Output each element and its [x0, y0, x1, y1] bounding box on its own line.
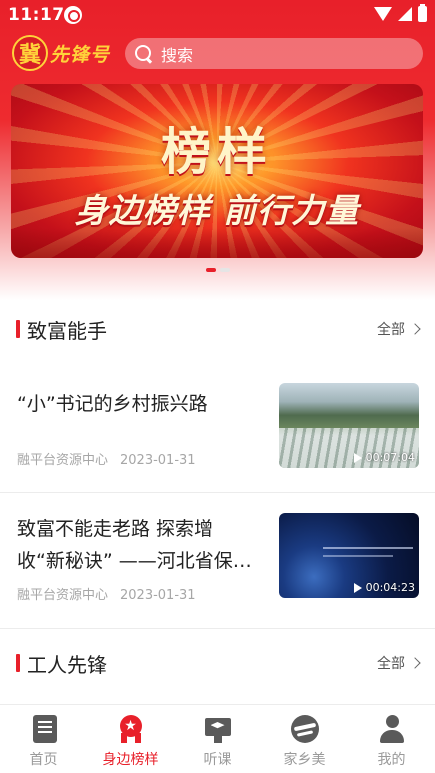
banner-title: 榜样 [161, 123, 273, 181]
divider [0, 628, 435, 629]
article-title: “小”书记的乡村振兴路 [17, 393, 208, 415]
nav-item-role-models[interactable]: 身边榜样 [87, 705, 174, 773]
nav-item-profile[interactable]: 我的 [348, 705, 435, 773]
list-item[interactable]: 致富不能走老路 探索增收“新秘诀” ——河北省保… 融平台资源中心 2023-01… [0, 493, 435, 628]
notification-app-icon [64, 6, 82, 24]
nav-label: 听课 [203, 752, 232, 768]
logo-text: 先锋号 [50, 43, 111, 66]
more-label: 全部 [377, 656, 405, 672]
section-accent-bar [16, 654, 20, 672]
hometown-icon [290, 715, 319, 743]
article-date: 2023-01-31 [120, 588, 196, 603]
banner-subtitle: 身边榜样 前行力量 [74, 191, 360, 230]
search-placeholder: 搜索 [161, 45, 194, 65]
battery-icon [418, 4, 427, 22]
status-time: 11:17 [8, 5, 65, 25]
article-meta: 融平台资源中心 2023-01-31 [17, 449, 196, 468]
nav-label: 我的 [377, 752, 406, 768]
section-accent-bar [16, 320, 20, 338]
section-more-link[interactable]: 全部 [377, 319, 421, 339]
medal-icon [117, 715, 145, 743]
chevron-right-icon [409, 323, 421, 335]
thumbnail-text-line [323, 547, 413, 549]
video-thumbnail[interactable]: 00:04:23 [279, 513, 419, 598]
article-title: 致富不能走老路 探索增收“新秘诀” ——河北省保… [17, 518, 252, 572]
article-meta: 融平台资源中心 2023-01-31 [17, 584, 196, 603]
section-title: 致富能手 [27, 319, 107, 343]
logo-seal: 冀 [12, 35, 48, 71]
play-icon [353, 582, 362, 593]
newspaper-icon [32, 715, 57, 743]
section-header-wealth: 致富能手 全部 [0, 314, 435, 344]
video-thumbnail[interactable]: 00:07:04 [279, 383, 419, 468]
nav-item-home[interactable]: 首页 [0, 705, 87, 773]
status-icons [374, 4, 427, 22]
duration-text: 00:04:23 [365, 581, 415, 594]
article-date: 2023-01-31 [120, 453, 196, 468]
duration-text: 00:07:04 [365, 451, 415, 464]
carousel-dot[interactable] [219, 268, 230, 272]
nav-label: 首页 [29, 752, 58, 768]
nav-label: 身边榜样 [102, 752, 159, 768]
medal-ribbon [120, 733, 141, 743]
banner-carousel[interactable]: 榜样 身边榜样 前行力量 [11, 84, 423, 258]
list-item[interactable]: “小”书记的乡村振兴路 融平台资源中心 2023-01-31 00:07:04 [0, 360, 435, 495]
thumbnail-text-line [323, 555, 393, 557]
section-header-workers: 工人先锋 全部 [0, 648, 435, 678]
article-source: 融平台资源中心 [17, 588, 109, 603]
search-icon [135, 44, 153, 63]
app-header: 冀 先锋号 搜索 [0, 34, 435, 74]
graduation-cap-shape [210, 722, 225, 729]
section-title: 工人先锋 [27, 653, 107, 677]
play-icon [353, 452, 362, 463]
wifi-icon [374, 7, 392, 21]
nav-label: 家乡美 [283, 752, 326, 768]
banner-stage [11, 228, 423, 258]
carousel-indicator [0, 268, 435, 272]
app-logo[interactable]: 冀 先锋号 [12, 34, 110, 72]
bottom-nav: 首页 身边榜样 听课 家乡美 我的 [0, 704, 435, 773]
classroom-icon [204, 715, 232, 743]
status-bar: 11:17 [0, 0, 435, 32]
nav-item-lessons[interactable]: 听课 [174, 705, 261, 773]
app-screen: 11:17 冀 先锋号 搜索 榜样 身边榜样 前行力量 致富能手 全部 “小”书… [0, 0, 435, 773]
chevron-right-icon [409, 657, 421, 669]
signal-icon [398, 7, 412, 21]
article-source: 融平台资源中心 [17, 453, 109, 468]
nav-item-hometown[interactable]: 家乡美 [261, 705, 348, 773]
section-more-link[interactable]: 全部 [377, 653, 421, 673]
video-duration: 00:07:04 [353, 451, 415, 464]
user-icon [378, 715, 406, 743]
carousel-dot-active[interactable] [205, 268, 216, 272]
more-label: 全部 [377, 322, 405, 338]
video-duration: 00:04:23 [353, 581, 415, 594]
search-bar[interactable]: 搜索 [125, 38, 423, 69]
